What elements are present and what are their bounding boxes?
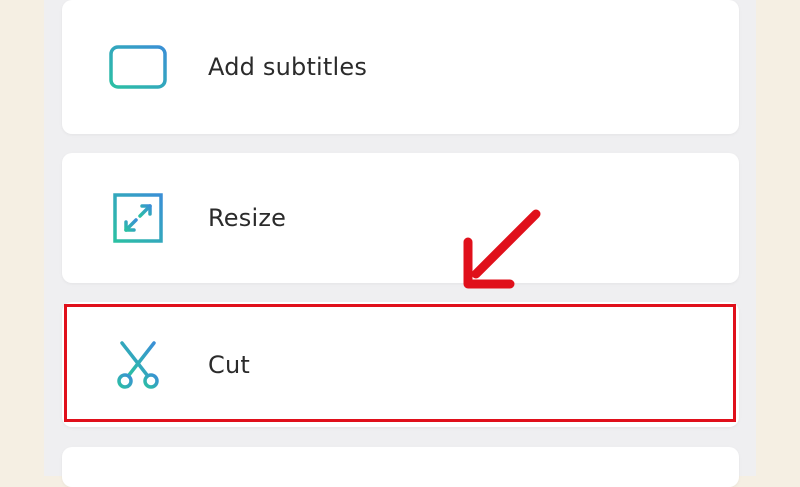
menu-item-label: Cut [208,350,250,379]
menu-item-cut[interactable]: Cut [62,302,739,427]
menu-item-label: Resize [208,204,287,232]
subtitles-icon [108,37,168,97]
scissors-icon [108,335,168,395]
red-arrow-icon [463,209,541,289]
resize-icon [108,188,168,248]
menu-item-resize[interactable]: Resize [62,153,739,283]
menu-item-partial[interactable] [62,447,739,487]
menu-item-add-subtitles[interactable]: Add subtitles [62,0,739,134]
menu-item-label: Add subtitles [208,53,368,81]
